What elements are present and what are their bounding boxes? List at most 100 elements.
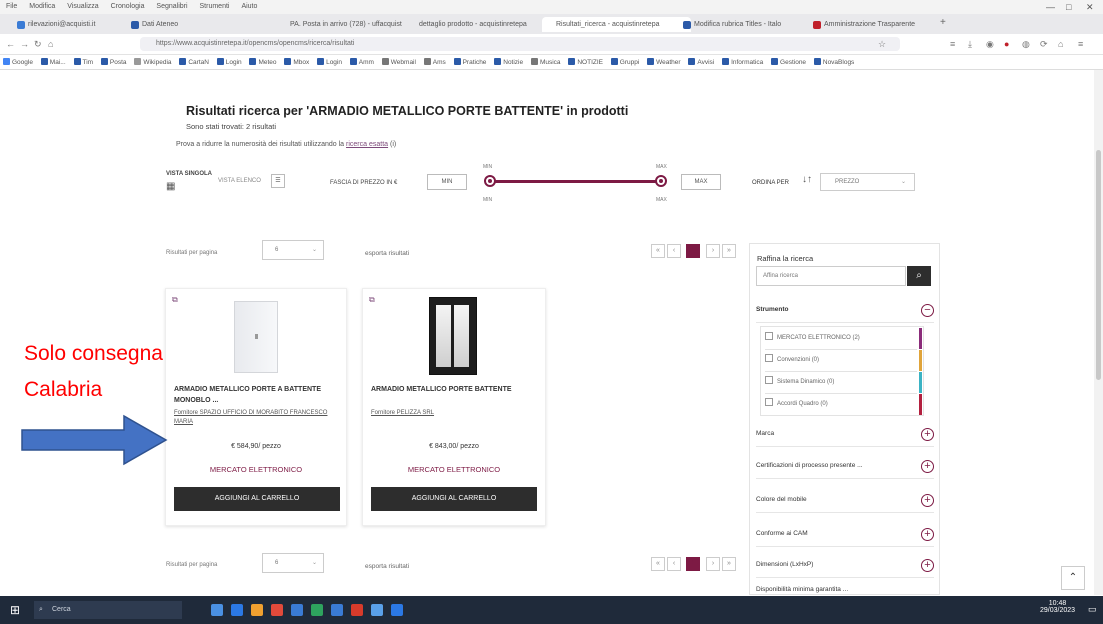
close-window-icon[interactable]: ✕ — [1086, 2, 1094, 13]
view-list-label[interactable]: VISTA ELENCO — [218, 178, 261, 184]
bookmark-item[interactable]: Pratiche — [453, 58, 486, 66]
checkbox-icon[interactable] — [765, 332, 773, 340]
pager-current[interactable]: 1 — [686, 557, 700, 571]
filter-section-colore[interactable]: Colore del mobile + — [756, 492, 934, 513]
product-title[interactable]: ARMADIO METALLICO PORTE BATTENTE — [371, 384, 531, 395]
plus-icon[interactable]: + — [921, 494, 934, 507]
bookmark-item[interactable]: Meteo — [249, 58, 277, 66]
app-menu-icon[interactable]: ≡ — [1078, 39, 1083, 49]
filter-section-cam[interactable]: Conforme ai CAM + — [756, 526, 934, 547]
download-icon[interactable]: ⤓ — [968, 39, 972, 50]
menu-file[interactable]: File — [6, 3, 17, 10]
account-icon[interactable]: ◉ — [986, 39, 994, 50]
menu-help[interactable]: Aiuto — [241, 3, 257, 10]
product-seller[interactable]: Fornitore SPAZIO UFFICIO DI MORABITO FRA… — [174, 409, 334, 427]
bookmark-item[interactable]: NOTIZIE — [568, 58, 603, 66]
home-icon[interactable]: ⌂ — [48, 39, 53, 49]
clock[interactable]: 10:48 29/03/2023 — [1040, 600, 1075, 614]
search-icon[interactable]: ⌕ — [907, 266, 931, 286]
tab-posta[interactable]: PA. Posta in arrivo (728) - uffacquist — [276, 17, 415, 32]
menu-bookmarks[interactable]: Segnalibri — [156, 3, 187, 10]
url-bar[interactable]: https://www.acquistinretepa.it/opencms/o… — [140, 37, 900, 51]
shield-icon[interactable]: ◍ — [1022, 39, 1030, 50]
bookmark-item[interactable]: Mbox — [284, 58, 309, 66]
refine-search-input[interactable]: Affina ricerca — [756, 266, 906, 286]
app-icon[interactable] — [371, 604, 383, 616]
outlook-icon[interactable] — [331, 604, 343, 616]
menu-history[interactable]: Cronologia — [111, 3, 145, 10]
plus-icon[interactable]: + — [921, 528, 934, 541]
app-icon[interactable] — [391, 604, 403, 616]
pager-prev[interactable]: ‹ — [667, 557, 681, 571]
exact-search-link[interactable]: ricerca esatta — [346, 141, 388, 148]
tab-rubrica[interactable]: Modifica rubrica Titles - Italo — [680, 17, 812, 32]
word-icon[interactable] — [291, 604, 303, 616]
filter-item[interactable]: Sistema Dinamico (0) — [765, 371, 917, 394]
bookmark-item[interactable]: Wikipedia — [134, 58, 172, 66]
reload-icon[interactable]: ↻ — [34, 39, 42, 50]
price-slider-min-handle[interactable] — [484, 175, 496, 187]
back-icon[interactable]: ← — [6, 39, 15, 49]
bookmark-item[interactable]: Notizie — [494, 58, 523, 66]
bookmark-item[interactable]: Musica — [530, 58, 561, 66]
pager-next[interactable]: › — [706, 557, 720, 571]
bookmark-item[interactable]: Google — [3, 58, 33, 66]
forward-icon[interactable]: → — [20, 39, 29, 49]
export-results-link-bottom[interactable]: esporta risultati — [365, 563, 409, 570]
new-tab-icon[interactable]: + — [940, 17, 946, 28]
bookmark-item[interactable]: Weather — [647, 58, 681, 66]
compare-icon[interactable]: ⧉ — [172, 295, 178, 305]
plus-icon[interactable]: + — [921, 428, 934, 441]
per-page-select-bottom[interactable]: 6 ⌄ — [262, 553, 324, 573]
tab-mail[interactable]: rilevazioni@acquisti.it — [14, 17, 138, 32]
checkbox-icon[interactable] — [765, 376, 773, 384]
export-results-link[interactable]: esporta risultati — [365, 250, 409, 257]
add-to-cart-button[interactable]: AGGIUNGI AL CARRELLO — [174, 487, 340, 511]
pager-prev[interactable]: ‹ — [667, 244, 681, 258]
filter-section-marca[interactable]: Marca + — [756, 426, 934, 447]
bookmark-item[interactable]: Login — [216, 58, 242, 66]
scroll-top-button[interactable]: ⌃ — [1061, 566, 1085, 590]
pager-next[interactable]: › — [706, 244, 720, 258]
minimize-icon[interactable]: — — [1046, 2, 1055, 12]
tool-filter-header[interactable]: Strumento − — [756, 302, 934, 323]
compare-icon[interactable]: ⧉ — [369, 295, 375, 305]
bookmark-item[interactable]: Ams — [423, 58, 446, 66]
pager-last[interactable]: » — [722, 557, 736, 571]
page-scrollbar-thumb[interactable] — [1096, 150, 1101, 380]
plus-icon[interactable]: + — [921, 460, 934, 473]
price-min-button[interactable]: MIN — [427, 174, 467, 190]
product-image[interactable] — [429, 297, 477, 375]
pager-last[interactable]: » — [722, 244, 736, 258]
pager-current[interactable]: 1 — [686, 244, 700, 258]
bookmark-item[interactable]: Amm — [349, 58, 374, 66]
pager-first[interactable]: « — [651, 557, 665, 571]
bookmark-item[interactable]: NovaBlogs — [813, 58, 854, 66]
grid-view-icon[interactable]: ▦ — [166, 182, 175, 192]
sort-icon[interactable]: ↓↑ — [802, 174, 812, 185]
filter-item[interactable]: Accordi Quadro (0) — [765, 393, 917, 415]
product-image[interactable] — [234, 301, 278, 373]
bookmark-item[interactable]: Mai... — [40, 58, 66, 66]
checkbox-icon[interactable] — [765, 398, 773, 406]
excel-icon[interactable] — [311, 604, 323, 616]
tab-trasparente[interactable]: Amministrazione Trasparente — [810, 17, 942, 32]
filter-section-disponibilita[interactable]: Disponibilità minima garantita ... — [756, 584, 934, 596]
price-slider-max-handle[interactable] — [655, 175, 667, 187]
task-view-icon[interactable] — [211, 604, 223, 616]
filter-item[interactable]: Convenzioni (0) — [765, 349, 917, 372]
tab-risultati[interactable]: Risultati_ricerca - acquistinretepa — [542, 17, 691, 32]
checkbox-icon[interactable] — [765, 354, 773, 362]
filter-item[interactable]: MERCATO ELETTRONICO (2) — [765, 327, 917, 350]
menu-tools[interactable]: Strumenti — [200, 3, 230, 10]
product-title[interactable]: ARMADIO METALLICO PORTE A BATTENTE MONOB… — [174, 384, 334, 406]
bookmark-item[interactable]: Avvisi — [688, 58, 714, 66]
bookmark-item[interactable]: Login — [317, 58, 342, 66]
explorer-icon[interactable] — [251, 604, 263, 616]
menu-view[interactable]: Visualizza — [67, 3, 98, 10]
acrobat-icon[interactable] — [351, 604, 363, 616]
tab-dati-ateneo[interactable]: Dati Ateneo — [128, 17, 262, 32]
windows-start-icon[interactable]: ⊞ — [10, 603, 20, 617]
menu-edit[interactable]: Modifica — [29, 3, 55, 10]
bookmark-item[interactable]: CartaN — [179, 58, 209, 66]
